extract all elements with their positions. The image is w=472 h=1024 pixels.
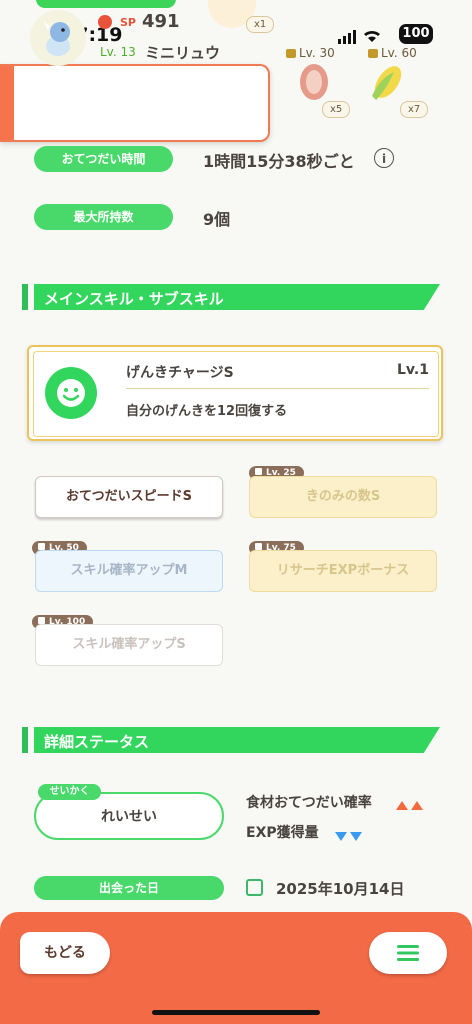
pokemon-avatar [30,10,86,66]
met-date-value: 2025年10月14日 [276,880,405,898]
ingredient-qty: x7 [400,101,429,118]
hamburger-icon [397,945,419,961]
main-skill-name: げんきチャージS [126,365,234,381]
divider [126,388,429,389]
sub-skill-button[interactable]: おてつだいスピードS [35,476,223,518]
sub-skill-button[interactable]: きのみの数S [249,476,437,518]
signal-icon [338,28,394,48]
info-icon[interactable]: i [374,148,394,168]
met-date-label: 出会った日 [34,876,224,900]
help-time-value: 1時間15分38秒ごと [203,152,355,171]
lock-icon [38,543,45,550]
stat-up-arrows-icon [396,795,426,814]
smile-icon [45,367,97,419]
ingredient-lock-level: Lv. 60 [368,46,417,60]
main-skill-level: Lv.1 [397,362,429,378]
sub-skill-button[interactable]: リサーチEXPボーナス [249,550,437,592]
sub-skill-button[interactable]: スキル確率アップS [35,624,223,666]
calendar-icon [246,879,263,896]
pokemon-name: ミニリュウ [145,44,221,62]
card-accent-stripe [0,66,14,140]
help-time-label: おてつだい時間 [34,146,173,172]
pokemon-level: Lv. 13 [100,45,136,59]
battery-icon: 100 [399,24,433,44]
main-skill-description: 自分のげんきを12回復する [126,404,288,419]
menu-button[interactable] [369,932,447,974]
nature-value: れいせい [101,809,157,825]
lock-icon [38,617,45,624]
sub-skill-button[interactable]: スキル確率アップM [35,550,223,592]
lock-icon [255,468,262,475]
nature-tag: せいかく [38,784,101,800]
lock-icon [255,543,262,550]
skills-section-title: メインスキル・サブスキル [44,290,224,308]
ingredient-lock-level: Lv. 30 [286,46,335,60]
lock-icon [286,49,296,58]
sp-label: SP [120,16,136,29]
sp-icon [98,15,112,29]
sp-value: 491 [142,11,180,32]
max-carry-value: 9個 [203,210,231,229]
nature-down-label: EXP獲得量 [246,825,319,841]
max-carry-label: 最大所持数 [34,204,173,230]
details-section-header: 詳細ステータス [22,727,442,753]
skills-section-header: メインスキル・サブスキル [22,284,442,310]
top-partial-pill [36,0,176,8]
ingredient-qty: x1 [246,16,275,33]
stat-down-arrows-icon [335,826,365,845]
details-section-title: 詳細ステータス [44,733,150,751]
back-button[interactable]: もどる [20,932,110,974]
home-indicator [152,1010,320,1015]
nature-up-label: 食材おてつだい確率 [246,795,372,811]
pokemon-card[interactable] [0,64,270,142]
lock-icon [368,49,378,58]
ingredient-qty: x5 [322,101,351,118]
